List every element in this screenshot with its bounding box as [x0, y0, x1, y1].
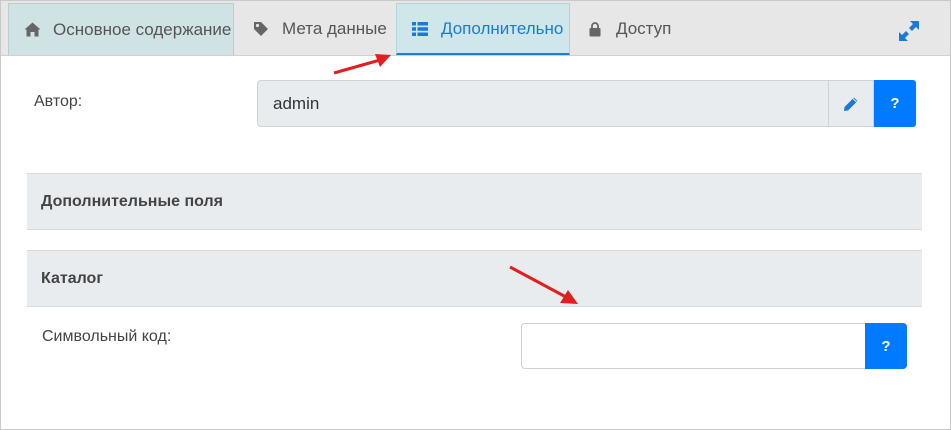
tab-access-label: Доступ [616, 19, 672, 38]
pencil-icon [844, 97, 858, 111]
author-field-group: admin ? [257, 80, 916, 127]
author-help-button[interactable]: ? [874, 80, 916, 127]
tab-additional-label: Дополнительно [441, 18, 564, 38]
lock-icon [586, 20, 604, 38]
section-additional-fields[interactable]: Дополнительные поля [27, 173, 922, 230]
symbol-code-input[interactable] [521, 323, 866, 369]
author-label: Автор: [34, 93, 83, 110]
section-catalog[interactable]: Каталог [27, 250, 922, 307]
tab-meta-data-label: Мета данные [282, 19, 387, 38]
tab-access[interactable]: Доступ [572, 3, 692, 55]
author-value: admin [273, 93, 320, 113]
tab-main-content-label: Основное содержание [53, 19, 232, 39]
tab-meta-data[interactable]: Мета данные [236, 3, 394, 55]
tab-bar: Основное содержание Мета данные Дополнит… [1, 1, 950, 56]
section-catalog-title: Каталог [41, 269, 103, 287]
tab-additional[interactable]: Дополнительно [396, 3, 570, 55]
expand-icon [899, 21, 919, 41]
list-icon [411, 20, 429, 38]
tag-icon [252, 20, 270, 38]
author-field[interactable]: admin [257, 80, 829, 127]
symbol-code-label: Символьный код: [42, 328, 172, 345]
tab-main-content[interactable]: Основное содержание [8, 3, 234, 55]
home-icon [23, 21, 41, 39]
expand-button[interactable] [897, 19, 921, 43]
section-additional-fields-title: Дополнительные поля [41, 192, 224, 210]
symbol-code-help-button[interactable]: ? [865, 323, 907, 369]
author-edit-button[interactable] [828, 80, 874, 127]
editor-panel: Основное содержание Мета данные Дополнит… [0, 0, 951, 430]
